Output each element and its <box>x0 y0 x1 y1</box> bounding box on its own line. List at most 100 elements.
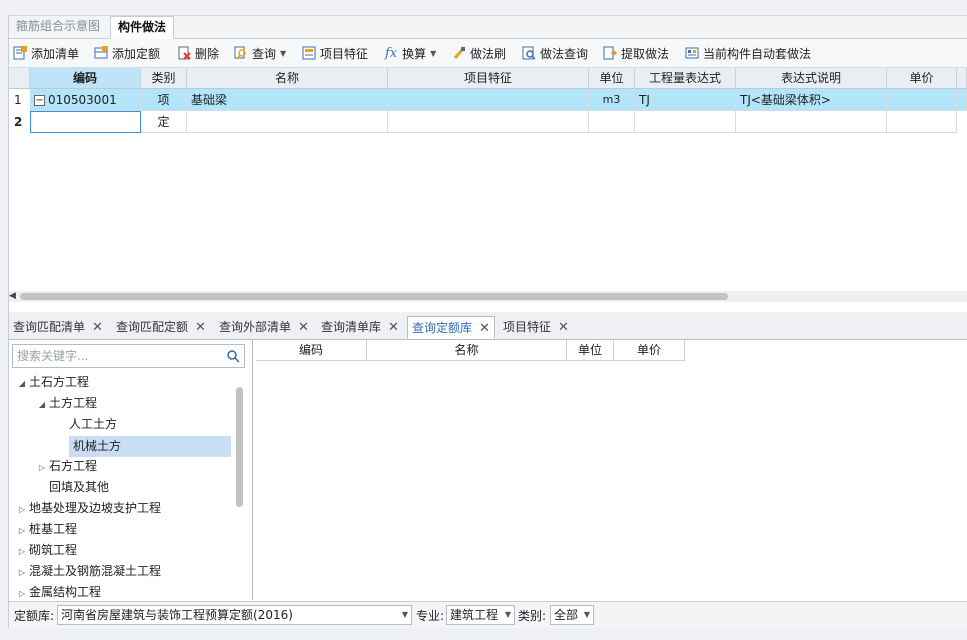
tree-node-concrete[interactable]: ▷ 混凝土及钢筋混凝土工程 <box>15 561 161 582</box>
collapsed-triangle-icon[interactable]: ▷ <box>15 499 29 520</box>
collapsed-triangle-icon[interactable]: ▷ <box>15 583 29 600</box>
horizontal-scroll-thumb[interactable] <box>20 293 728 300</box>
result-col-name[interactable]: 名称 <box>367 340 567 361</box>
cell-expr-desc[interactable] <box>736 111 887 133</box>
close-icon[interactable]: ✕ <box>92 320 103 335</box>
tree-node-rock-work[interactable]: ▷ 石方工程 <box>35 456 97 477</box>
chevron-down-icon: ▼ <box>280 48 287 58</box>
auto-method-button[interactable]: 当前构件自动套做法 <box>685 39 811 67</box>
tree-node-earthwork[interactable]: ◢ 土石方工程 <box>15 372 89 393</box>
tab-query-list-lib[interactable]: 查询清单库 ✕ <box>317 316 403 339</box>
category-select[interactable]: 全部 ▼ <box>550 605 594 625</box>
cell-unit[interactable]: m3 <box>589 89 635 111</box>
item-feature-button[interactable]: 项目特征 <box>302 39 368 67</box>
extract-method-button[interactable]: 提取做法 <box>603 39 669 67</box>
close-icon[interactable]: ✕ <box>479 321 490 336</box>
cell-type[interactable]: 项 <box>141 89 187 111</box>
extract-method-label: 提取做法 <box>621 46 670 61</box>
method-brush-label: 做法刷 <box>470 46 507 61</box>
cell-expr-desc[interactable]: TJ<基础梁体积> <box>736 89 887 111</box>
expanded-triangle-icon[interactable]: ◢ <box>15 373 29 394</box>
tree-node-foundation[interactable]: ▷ 地基处理及边坡支护工程 <box>15 498 161 519</box>
row-number: 2 <box>14 115 23 129</box>
col-header-expr[interactable]: 工程量表达式 <box>635 68 736 89</box>
cell-feature[interactable] <box>388 111 589 133</box>
cell-unit[interactable] <box>589 111 635 133</box>
tree-vertical-scroll-thumb[interactable] <box>236 387 243 507</box>
tree-node-label: 机械土方 <box>73 439 122 453</box>
col-header-price[interactable]: 单价 <box>887 68 957 89</box>
cell-price[interactable] <box>887 111 957 133</box>
expanded-triangle-icon[interactable]: ◢ <box>35 394 49 415</box>
tree-node-manual-earth[interactable]: 人工土方 <box>55 414 117 435</box>
cell-expr[interactable]: TJ <box>635 89 736 111</box>
add-quota-label: 添加定额 <box>112 46 161 61</box>
method-brush-button[interactable]: 做法刷 <box>452 39 506 67</box>
cell-code-editing[interactable] <box>30 111 141 133</box>
close-icon[interactable]: ✕ <box>388 320 399 335</box>
tab-query-match-quota[interactable]: 查询匹配定额 ✕ <box>112 316 210 339</box>
magnifier-icon <box>234 46 248 60</box>
cell-price[interactable] <box>887 89 957 111</box>
col-header-code[interactable]: 编码 <box>30 68 141 89</box>
collapsed-triangle-icon[interactable]: ▷ <box>15 520 29 541</box>
col-header-expr-desc[interactable]: 表达式说明 <box>736 68 887 89</box>
col-header-type[interactable]: 类别 <box>141 68 187 89</box>
delete-button[interactable]: 删除 <box>177 39 219 67</box>
cell-name[interactable] <box>187 111 388 133</box>
cell-feature[interactable] <box>388 89 589 111</box>
close-icon[interactable]: ✕ <box>195 320 206 335</box>
tab-query-quota-lib[interactable]: 查询定额库 ✕ <box>407 316 495 339</box>
chevron-down-icon: ▼ <box>583 610 590 619</box>
tab-label: 项目特征 <box>503 320 552 334</box>
tree-node-pile[interactable]: ▷ 桩基工程 <box>15 519 77 540</box>
col-header-name[interactable]: 名称 <box>187 68 388 89</box>
search-input[interactable]: 搜索关键字... <box>12 344 245 368</box>
tab-label: 查询清单库 <box>321 320 382 334</box>
collapsed-triangle-icon[interactable]: ▷ <box>15 562 29 583</box>
toolbar: 添加清单 添加定额 删除 查询 ▼ 项目特征 fx 换算 ▼ 做法刷 做法查询 … <box>9 39 967 68</box>
result-col-price[interactable]: 单价 <box>614 340 685 361</box>
convert-button[interactable]: fx 换算 ▼ <box>385 39 436 67</box>
cell-name[interactable]: 基础梁 <box>187 89 388 111</box>
scroll-left-arrow-icon[interactable]: ◀ <box>9 291 16 302</box>
upper-tab-bar: 箍筋组合示意图 构件做法 <box>9 16 967 39</box>
cell-type[interactable]: 定 <box>141 111 187 133</box>
tree-node-mechanical-earth[interactable]: 机械土方 <box>69 436 231 457</box>
col-header-unit[interactable]: 单位 <box>589 68 635 89</box>
tab-rebar-diagram[interactable]: 箍筋组合示意图 <box>9 16 107 37</box>
query-button[interactable]: 查询 ▼ <box>234 39 286 67</box>
close-icon[interactable]: ✕ <box>558 320 569 335</box>
tree-node-metal[interactable]: ▷ 金属结构工程 <box>15 582 101 600</box>
tab-query-external-list[interactable]: 查询外部清单 ✕ <box>215 316 313 339</box>
collapsed-triangle-icon[interactable]: ▷ <box>35 457 49 478</box>
result-col-code[interactable]: 编码 <box>256 340 367 361</box>
close-icon[interactable]: ✕ <box>298 320 309 335</box>
tab-query-match-list[interactable]: 查询匹配清单 ✕ <box>9 316 107 339</box>
tree-node-label: 砌筑工程 <box>29 543 78 557</box>
col-header-extra <box>957 68 967 89</box>
cell-expr[interactable] <box>635 111 736 133</box>
tab-component-method[interactable]: 构件做法 <box>110 16 175 39</box>
add-quota-button[interactable]: 添加定额 <box>94 39 160 67</box>
method-query-button[interactable]: 做法查询 <box>522 39 588 67</box>
tree-node-label: 桩基工程 <box>29 522 78 536</box>
tab-label: 查询匹配定额 <box>116 320 189 334</box>
tree-node-earth-excavation[interactable]: ◢ 土方工程 <box>35 393 97 414</box>
col-header-feature[interactable]: 项目特征 <box>388 68 589 89</box>
cell-code[interactable]: −010503001 <box>30 89 141 111</box>
item-feature-label: 项目特征 <box>320 46 369 61</box>
collapsed-triangle-icon[interactable]: ▷ <box>15 541 29 562</box>
tree-node-label: 地基处理及边坡支护工程 <box>29 501 162 515</box>
add-list-icon <box>13 46 27 60</box>
collapse-icon[interactable]: − <box>34 95 45 106</box>
quota-lib-select[interactable]: 河南省房屋建筑与装饰工程预算定额(2016) ▼ <box>57 605 412 625</box>
search-icon[interactable] <box>226 348 240 370</box>
fx-icon: fx <box>385 45 398 61</box>
tree-node-backfill[interactable]: 回填及其他 <box>49 477 109 498</box>
tab-item-feature[interactable]: 项目特征 ✕ <box>499 316 573 339</box>
major-select[interactable]: 建筑工程 ▼ <box>446 605 515 625</box>
add-list-button[interactable]: 添加清单 <box>13 39 79 67</box>
result-col-unit[interactable]: 单位 <box>567 340 614 361</box>
tree-node-masonry[interactable]: ▷ 砌筑工程 <box>15 540 77 561</box>
